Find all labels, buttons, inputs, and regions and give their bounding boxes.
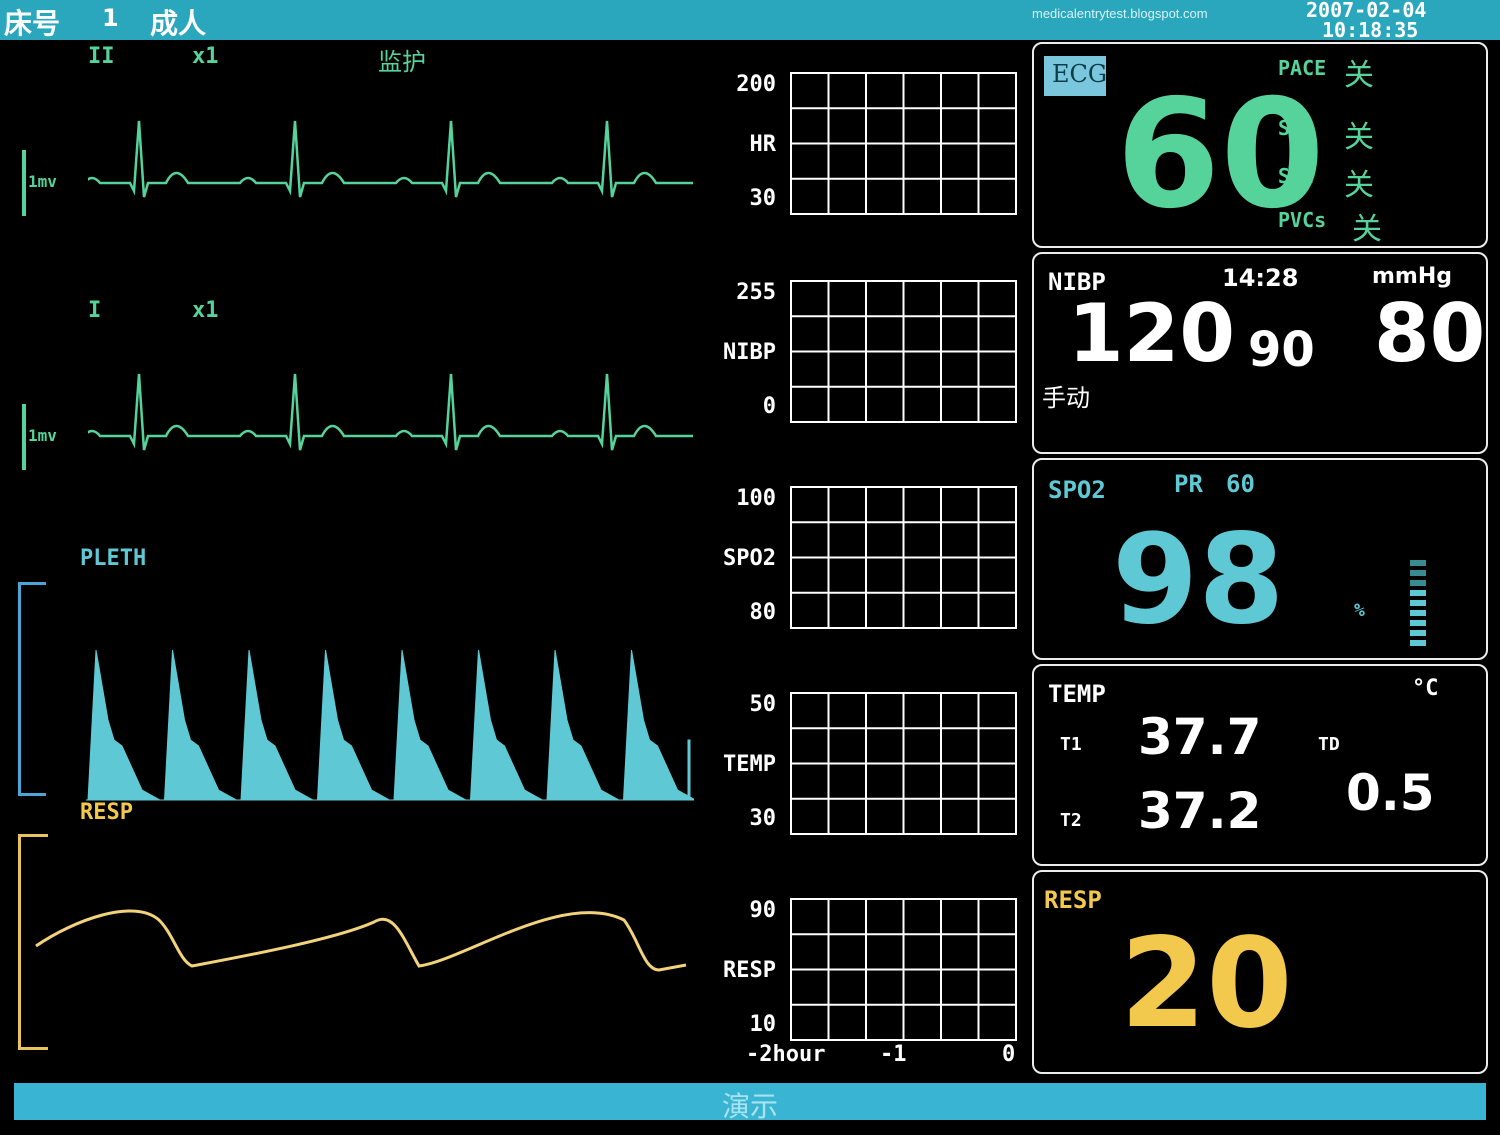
ecg1-scale-bar	[22, 150, 26, 216]
pulse-strength-segment	[1410, 610, 1426, 616]
resp-waveform	[35, 909, 687, 972]
trend-scale-top: 50	[749, 692, 777, 717]
trend-grid	[790, 898, 1017, 1041]
trend-scale-top: 100	[736, 486, 776, 511]
resp-label: RESP	[1044, 886, 1102, 914]
st2-value: 关	[1344, 168, 1374, 203]
pulse-strength-segment	[1410, 560, 1426, 566]
nibp-mode: 手动	[1042, 384, 1090, 412]
resp-value: 20	[1120, 912, 1293, 1056]
pulse-strength-segment	[1410, 570, 1426, 576]
pulse-strength-segment	[1410, 580, 1426, 586]
ecg1-scale-label: 1mv	[28, 172, 57, 191]
trend-scale-bottom: 0	[762, 394, 776, 419]
spo2-value: 98	[1112, 508, 1285, 652]
pr-label: PR	[1174, 470, 1203, 498]
spo2-parameter-panel[interactable]: SPO2 PR 60 98 %	[1032, 458, 1488, 660]
t1-label: T1	[1060, 734, 1082, 755]
t1-value: 37.7	[1138, 708, 1262, 766]
t2-label: T2	[1060, 810, 1082, 831]
nibp-mean: 90	[1248, 322, 1315, 378]
trend-scale-bottom: 80	[749, 600, 777, 625]
pulse-strength-segment	[1410, 640, 1426, 646]
ecg1-lead-label: II	[88, 44, 115, 69]
demo-mode-label: 演示	[721, 1090, 778, 1123]
trend-axis-start: -2hour	[746, 1042, 826, 1067]
trend-grid	[790, 692, 1017, 835]
trend-grid	[790, 280, 1017, 423]
pvcs-value: 关	[1352, 212, 1382, 247]
site-url: medicalentrytest.blogspot.com	[1032, 6, 1208, 21]
trend-name: TEMP	[723, 752, 776, 777]
nibp-unit: mmHg	[1372, 264, 1453, 289]
pace-label: PACE	[1278, 56, 1327, 80]
nibp-systolic: 120	[1068, 287, 1235, 380]
bed-number: 1	[102, 4, 119, 32]
temp-unit: °C	[1412, 676, 1439, 701]
pace-value: 关	[1344, 58, 1374, 93]
pvcs-label: PVCs	[1278, 208, 1327, 232]
ecg2-scale-bar	[22, 404, 26, 470]
ecg-parameter-panel[interactable]: ECG 60 PACE 关 ST1 关 ST2 关 PVCs 关	[1032, 42, 1488, 248]
pleth-scale-bracket	[18, 582, 46, 796]
pulse-strength-segment	[1410, 630, 1426, 636]
td-value: 0.5	[1346, 764, 1435, 822]
pulse-strength-segment	[1410, 590, 1426, 596]
trend-grid	[790, 72, 1017, 215]
pleth-waveform	[86, 649, 694, 801]
bed-label: 床号	[4, 7, 61, 40]
st2-label: ST2	[1278, 164, 1315, 188]
trend-scale-top: 255	[736, 280, 776, 305]
ecg2-lead-label: I	[88, 298, 102, 323]
trend-scale-bottom: 30	[749, 806, 777, 831]
resp-wave-label: RESP	[80, 800, 133, 825]
bottom-status-bar: 演示	[14, 1083, 1486, 1123]
trend-scale-bottom: 30	[749, 186, 777, 211]
nibp-diastolic: 80	[1374, 287, 1486, 380]
td-label: TD	[1318, 734, 1340, 755]
ecg1-gain-label: x1	[192, 44, 219, 69]
st1-label: ST1	[1278, 116, 1315, 140]
pulse-strength-segment	[1410, 620, 1426, 626]
temp-label: TEMP	[1048, 680, 1106, 708]
ecg-badge: ECG	[1044, 56, 1108, 96]
nibp-parameter-panel[interactable]: NIBP 14:28 mmHg 120 90 80 手动	[1032, 252, 1488, 454]
pulse-strength-segment	[1410, 600, 1426, 606]
patient-type: 成人	[150, 7, 207, 40]
ecg-badge-label: ECG	[1052, 60, 1108, 88]
trend-name: HR	[749, 132, 777, 157]
st1-value: 关	[1344, 120, 1374, 155]
trend-axis-mid: -1	[880, 1042, 907, 1067]
trend-name: RESP	[723, 958, 776, 983]
ecg2-scale-label: 1mv	[28, 426, 57, 445]
t2-value: 37.2	[1138, 782, 1262, 840]
trend-axis-end: 0	[1002, 1042, 1016, 1067]
trend-scale-top: 90	[749, 898, 777, 923]
top-status-bar: 床号 1 成人 medicalentrytest.blogspot.com 20…	[0, 0, 1500, 42]
trend-name: NIBP	[723, 340, 776, 365]
pleth-label: PLETH	[80, 546, 147, 571]
spo2-unit: %	[1354, 600, 1365, 621]
ecg2-waveform	[88, 373, 693, 451]
pr-value: 60	[1226, 470, 1255, 498]
time-display: 10:18:35	[1322, 18, 1419, 42]
trend-scale-top: 200	[736, 72, 776, 97]
trend-name: SPO2	[723, 546, 776, 571]
ecg2-gain-label: x1	[192, 298, 219, 323]
spo2-label: SPO2	[1048, 476, 1106, 504]
ecg1-waveform	[88, 120, 693, 198]
trend-grid	[790, 486, 1017, 629]
temp-parameter-panel[interactable]: TEMP °C T1 37.7 TD 0.5 T2 37.2	[1032, 664, 1488, 866]
resp-parameter-panel[interactable]: RESP 20	[1032, 870, 1488, 1074]
trend-scale-bottom: 10	[749, 1012, 777, 1037]
ecg1-mode-label: 监护	[378, 48, 426, 76]
pulse-strength-bar	[1410, 560, 1428, 652]
